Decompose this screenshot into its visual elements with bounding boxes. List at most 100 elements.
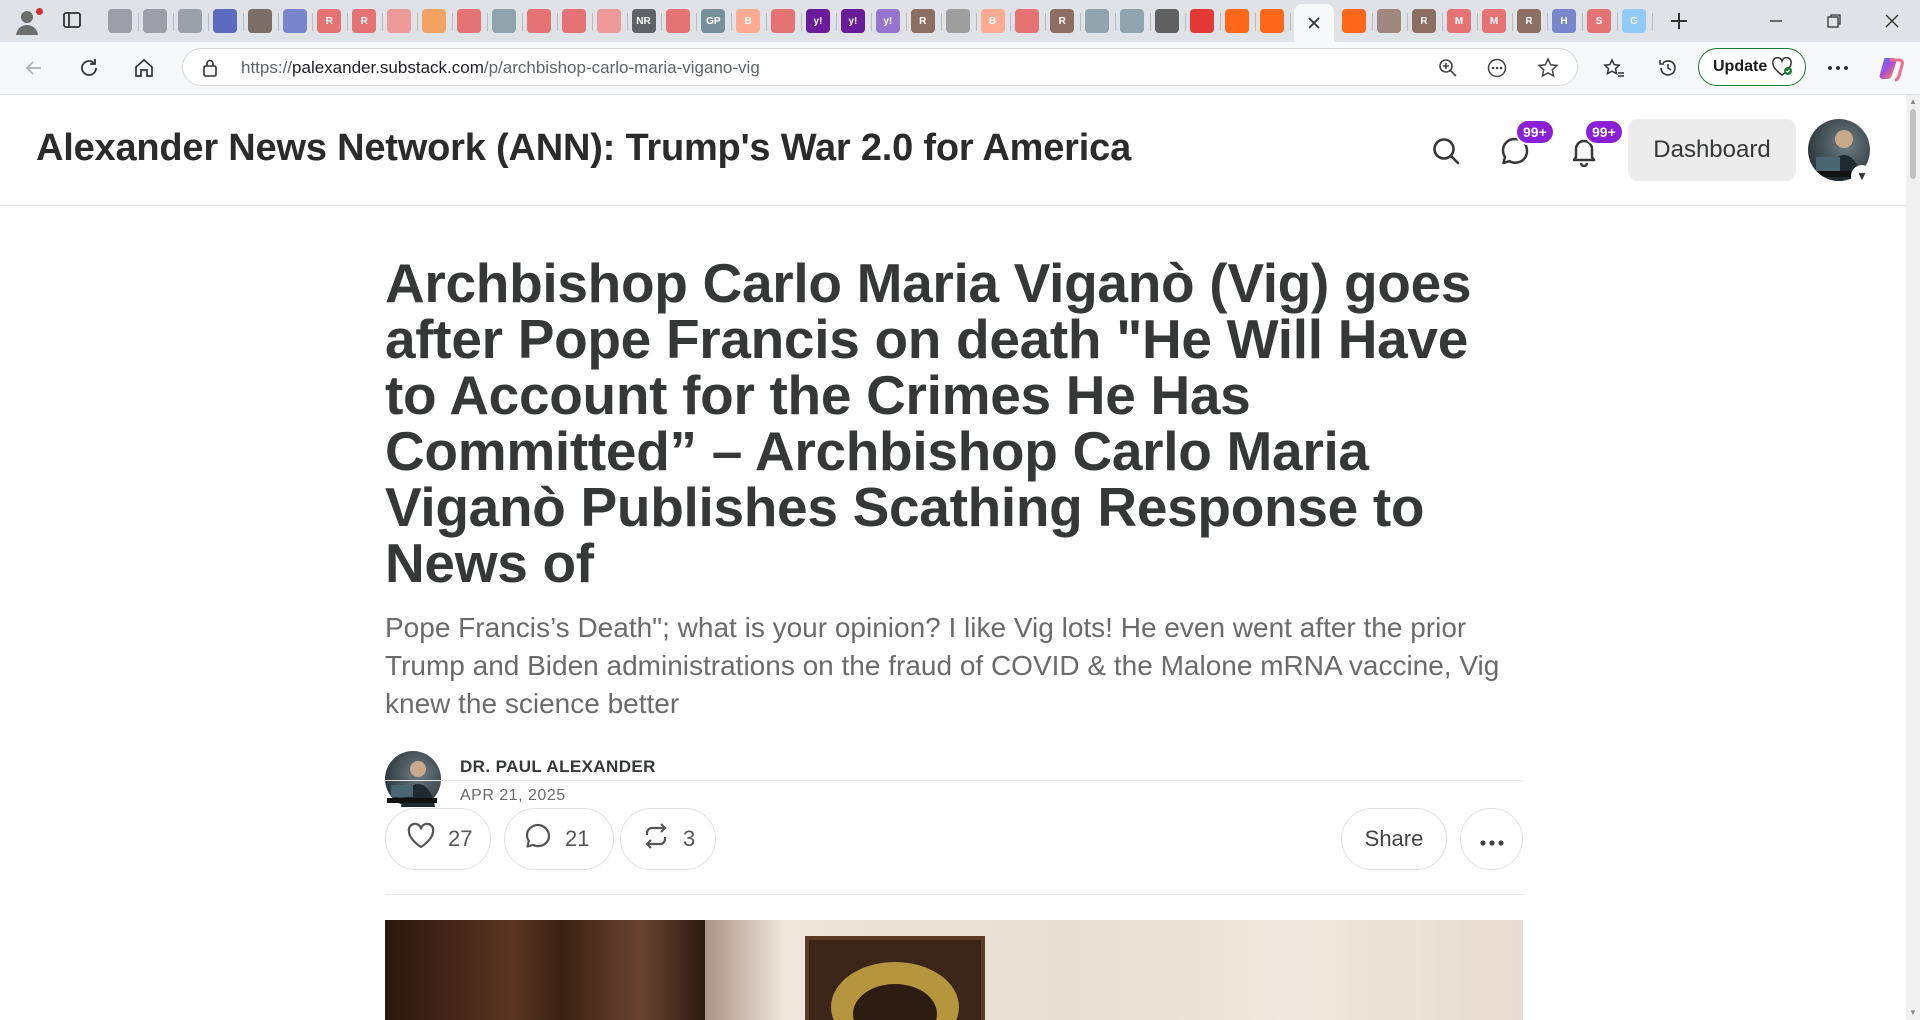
youtube-icon[interactable] xyxy=(771,9,796,33)
nr-logo-icon[interactable]: NR xyxy=(631,9,656,33)
s-logo-icon[interactable]: S xyxy=(1587,9,1611,33)
favorites-icon[interactable] xyxy=(1598,52,1630,84)
author-avatar[interactable] xyxy=(385,751,441,807)
gp-logo-icon[interactable]: GP xyxy=(701,9,726,33)
globe-icon[interactable] xyxy=(108,9,132,33)
like-count: 27 xyxy=(448,826,473,851)
search-icon[interactable] xyxy=(1120,9,1145,33)
r-logo-icon[interactable]: R xyxy=(1517,9,1541,33)
share-button[interactable]: Share xyxy=(1341,808,1447,870)
yahoo-icon[interactable]: y! xyxy=(840,9,865,33)
feather-icon[interactable] xyxy=(491,9,516,33)
scrollbar[interactable]: ▲ ▼ xyxy=(1906,95,1920,1020)
active-tab[interactable] xyxy=(1294,4,1334,42)
comment-count: 21 xyxy=(565,826,590,851)
globe-icon[interactable] xyxy=(177,9,202,33)
chat-icon[interactable]: 99+ xyxy=(1497,119,1555,169)
google-icon[interactable]: G xyxy=(1622,9,1646,33)
tab-separator xyxy=(452,13,453,31)
notification-bell-icon[interactable]: 99+ xyxy=(1566,119,1624,169)
h-logo-icon[interactable]: H xyxy=(1552,9,1576,33)
publish-date: APR 21, 2025 xyxy=(460,787,566,804)
substack-icon[interactable] xyxy=(1224,9,1249,33)
comment-button[interactable]: 21 xyxy=(504,808,614,870)
b-logo-icon[interactable]: B xyxy=(736,9,761,33)
tab-separator xyxy=(1442,13,1443,31)
search-icon[interactable] xyxy=(1085,9,1110,33)
browser-tab-strip: R R NR GP By! y! y! R B R RMMRHSG xyxy=(0,0,1920,42)
refresh-icon[interactable] xyxy=(73,52,105,84)
search-icon[interactable] xyxy=(1428,133,1464,169)
lock-icon[interactable] xyxy=(201,58,219,83)
address-bar[interactable]: https://palexander.substack.com/p/archbi… xyxy=(182,48,1578,86)
substack-icon[interactable] xyxy=(1259,9,1284,33)
document-icon[interactable] xyxy=(247,9,272,33)
r-logo-icon[interactable]: R xyxy=(1050,9,1075,33)
circle-icon[interactable] xyxy=(422,9,447,33)
home-icon[interactable] xyxy=(128,52,160,84)
youtube-icon[interactable] xyxy=(1015,9,1040,33)
yahoo-icon[interactable]: y! xyxy=(875,9,900,33)
scroll-down-icon[interactable]: ▼ xyxy=(1908,1008,1918,1018)
more-actions-button[interactable] xyxy=(1460,808,1523,870)
tab-separator xyxy=(1115,13,1117,31)
tab-separator xyxy=(137,13,139,31)
profile-icon[interactable] xyxy=(14,7,44,37)
news-icon[interactable] xyxy=(212,9,237,33)
heart-icon xyxy=(406,822,436,856)
scrollbar-thumb[interactable] xyxy=(1910,109,1916,179)
zoom-icon[interactable] xyxy=(1437,57,1459,79)
scroll-up-icon[interactable]: ▲ xyxy=(1908,97,1918,107)
youtube-icon[interactable] xyxy=(1189,9,1214,33)
globe-icon[interactable] xyxy=(142,9,167,33)
r-logo-icon[interactable]: R xyxy=(317,9,342,33)
r-logo-icon[interactable]: R xyxy=(910,9,935,33)
m-logo-icon[interactable]: M xyxy=(1447,9,1471,33)
youtube-icon[interactable] xyxy=(561,9,586,33)
divider xyxy=(385,894,1523,895)
stripes-icon[interactable] xyxy=(1155,9,1179,33)
comment-icon xyxy=(523,821,553,857)
arrow-icon[interactable] xyxy=(282,9,307,33)
new-tab-icon[interactable] xyxy=(1666,8,1692,34)
restack-count: 3 xyxy=(683,826,696,851)
read-aloud-icon[interactable] xyxy=(1486,57,1508,79)
author-name[interactable]: DR. PAUL ALEXANDER xyxy=(460,757,656,777)
close-tab-icon[interactable] xyxy=(1294,4,1334,42)
dashboard-button[interactable]: Dashboard xyxy=(1628,119,1796,181)
tab-separator xyxy=(696,13,698,31)
document-icon[interactable] xyxy=(596,9,621,33)
r-logo-icon[interactable]: R xyxy=(352,9,377,33)
image-icon[interactable] xyxy=(1377,9,1401,33)
article-hero-image[interactable] xyxy=(385,920,1523,1020)
r-logo-icon[interactable]: R xyxy=(1412,9,1436,33)
favorite-star-icon[interactable] xyxy=(1537,57,1559,79)
b-logo-icon[interactable]: B xyxy=(980,9,1005,33)
more-options-icon[interactable] xyxy=(1822,52,1854,84)
close-window-icon[interactable] xyxy=(1864,0,1920,42)
like-button[interactable]: 27 xyxy=(385,808,491,870)
chevron-down-icon[interactable]: ▼ xyxy=(1851,165,1873,187)
chart-icon[interactable] xyxy=(945,9,970,33)
tab-actions-icon[interactable] xyxy=(62,10,82,30)
history-icon[interactable] xyxy=(1652,52,1684,84)
minimize-icon[interactable] xyxy=(1748,0,1804,42)
site-header: Alexander News Network (ANN): Trump's Wa… xyxy=(0,95,1906,206)
copilot-icon[interactable] xyxy=(1876,52,1908,84)
update-button[interactable]: Update xyxy=(1698,48,1806,86)
m-logo-icon[interactable]: M xyxy=(1482,9,1506,33)
tab-separator xyxy=(835,13,837,31)
document-icon[interactable] xyxy=(387,9,412,33)
youtube-icon[interactable] xyxy=(526,9,551,33)
youtube-icon[interactable] xyxy=(666,9,691,33)
url-text[interactable]: https://palexander.substack.com/p/archbi… xyxy=(241,58,760,78)
tab-separator xyxy=(731,13,733,31)
restack-icon xyxy=(641,821,671,857)
restore-icon[interactable] xyxy=(1806,0,1862,42)
site-title[interactable]: Alexander News Network (ANN): Trump's Wa… xyxy=(36,127,1131,170)
back-arrow-icon[interactable] xyxy=(18,52,50,84)
youtube-icon[interactable] xyxy=(457,9,481,33)
yahoo-icon[interactable]: y! xyxy=(806,9,830,33)
restack-button[interactable]: 3 xyxy=(620,808,716,870)
substack-icon[interactable] xyxy=(1342,9,1366,33)
